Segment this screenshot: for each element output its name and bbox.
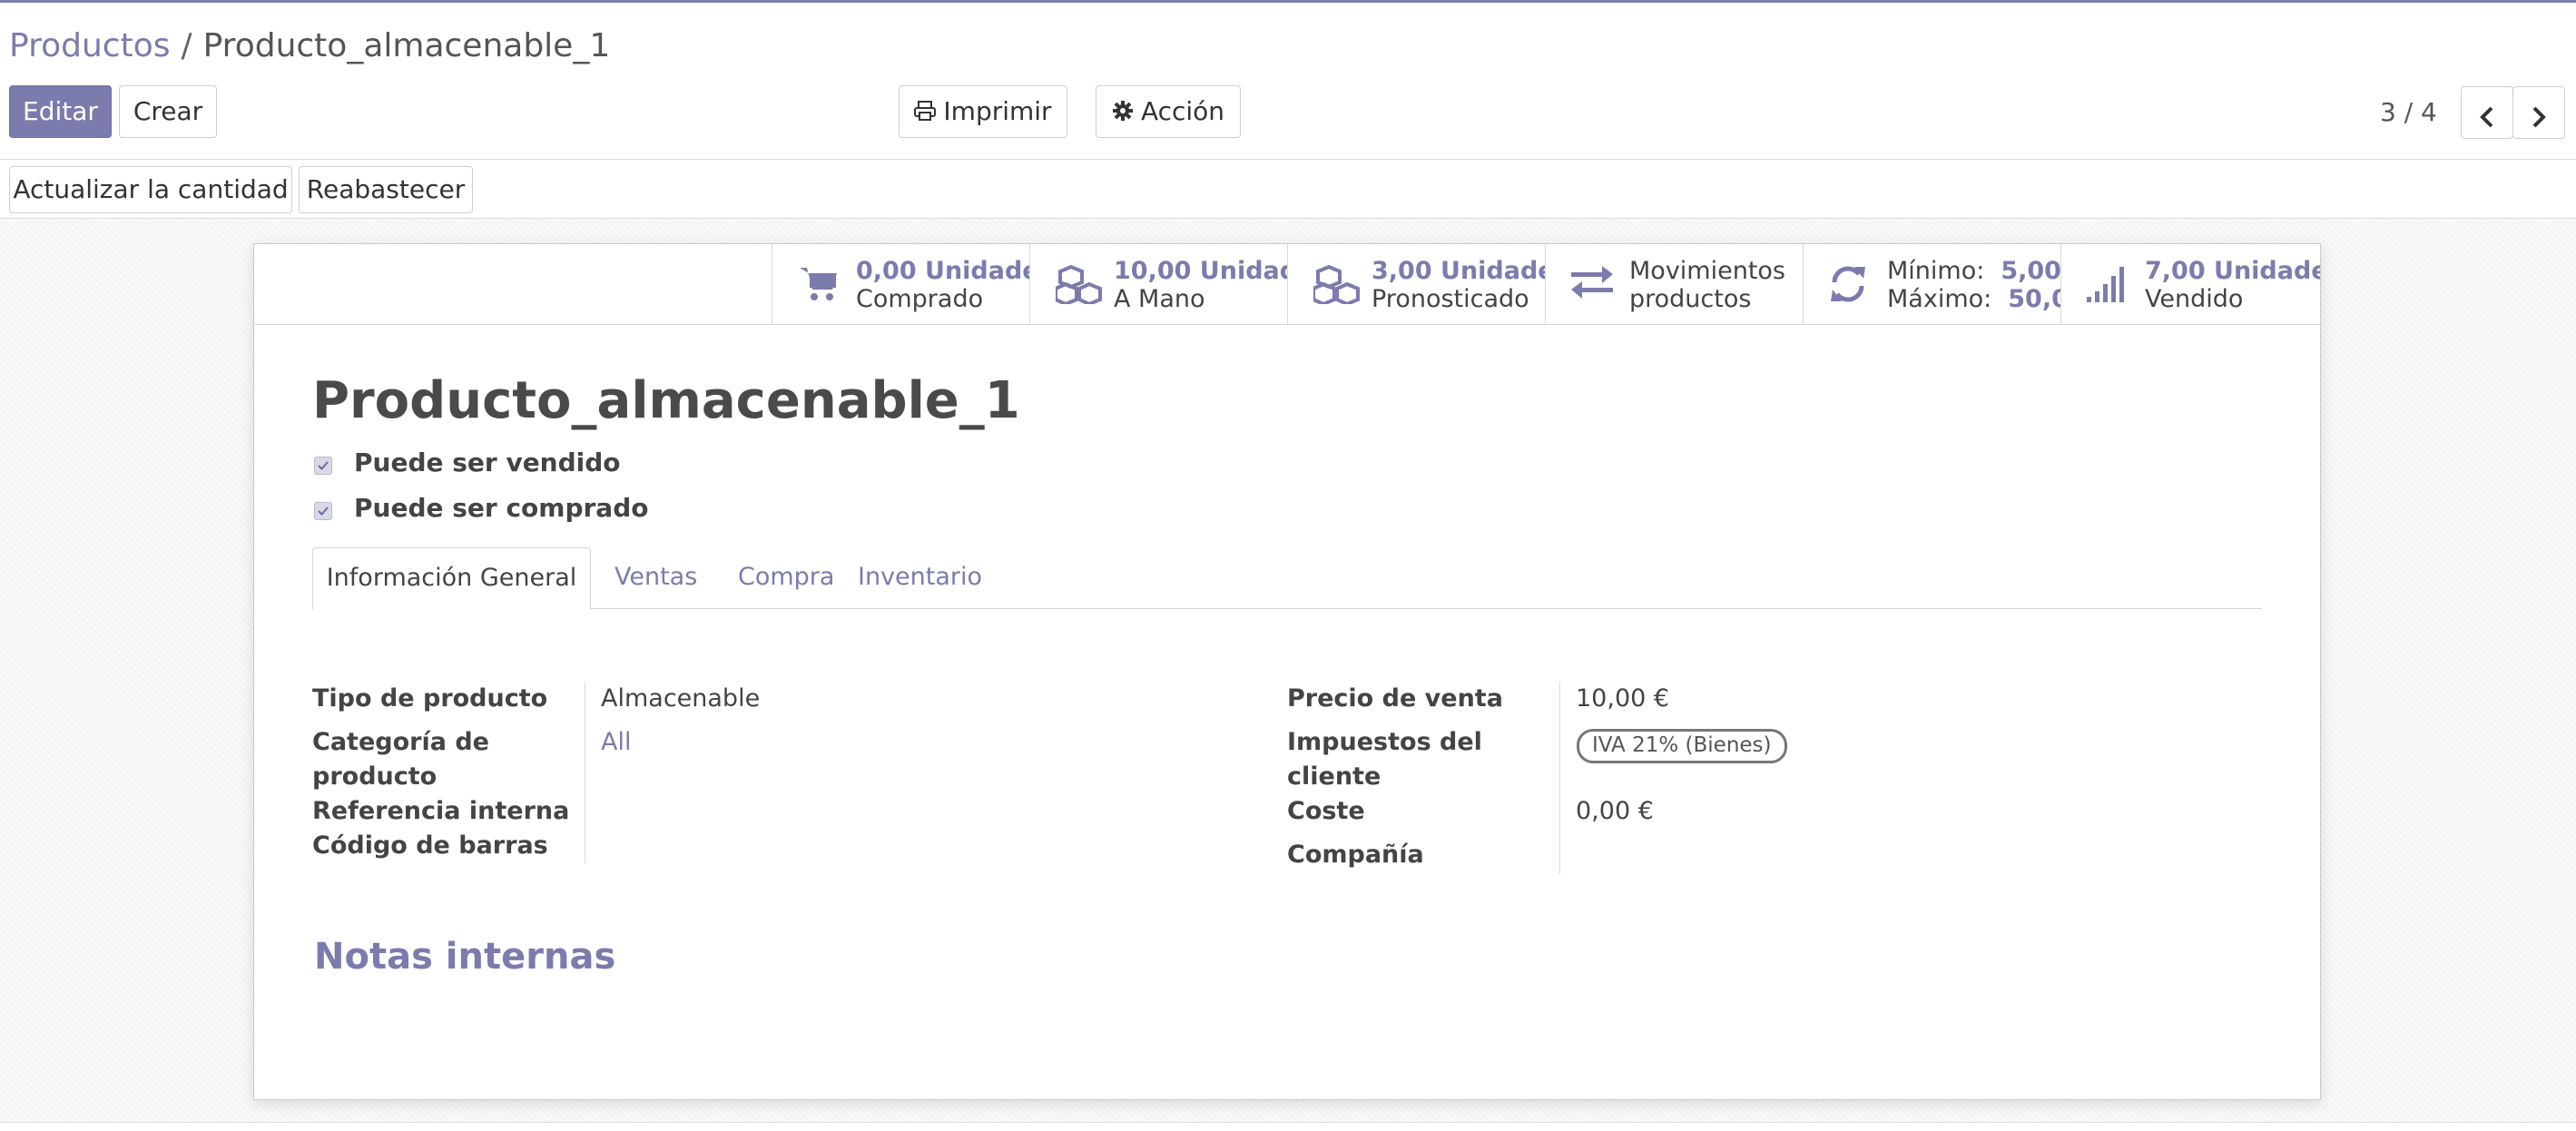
maximum-value: 50,0 xyxy=(2008,285,2060,313)
product-name: Producto_almacenable_1 xyxy=(312,371,1020,430)
pager-value[interactable]: 3 / 4 xyxy=(2380,97,2437,127)
notebook-tabs: Información General Ventas Compra Invent… xyxy=(312,547,2262,610)
checkmark-icon xyxy=(318,506,329,516)
customer-taxes-label-line1: Impuestos del xyxy=(1287,728,1482,756)
on-hand-label: A Mano xyxy=(1114,285,1205,313)
form-sheet: 0,00 Unidade Comprado 10,00 Unidad A Mano … xyxy=(253,243,2321,1100)
moves-label-line2: productos xyxy=(1629,285,1752,313)
print-button[interactable]: Imprimir xyxy=(899,85,1067,138)
forecasted-label: Pronosticado xyxy=(1372,285,1529,313)
product-category-link[interactable]: All xyxy=(601,725,631,760)
checkmark-icon xyxy=(318,461,329,470)
action-button[interactable]: Acción xyxy=(1096,85,1241,138)
cost-value: 0,00 € xyxy=(1576,797,1654,825)
tab-purchase[interactable]: Compra xyxy=(738,547,834,607)
moves-label-line1: Movimientos xyxy=(1629,257,1785,285)
cost-label: Coste xyxy=(1287,797,1365,825)
tax-tag: IVA 21% (Bienes) xyxy=(1577,729,1787,763)
breadcrumb-separator: / xyxy=(181,27,192,64)
sold-value: 7,00 Unidade xyxy=(2145,257,2320,285)
status-bar: Actualizar la cantidad Reabastecer xyxy=(0,162,2576,219)
tab-inventory[interactable]: Inventario xyxy=(858,547,982,607)
edit-button[interactable]: Editar xyxy=(9,85,112,138)
can-be-sold-checkbox[interactable] xyxy=(314,457,332,475)
can-be-purchased-label[interactable]: Puede ser comprado xyxy=(354,493,648,523)
print-icon xyxy=(914,101,937,121)
forecasted-smart-button[interactable]: 3,00 Unidade Pronosticado xyxy=(1287,244,1545,324)
chevron-left-icon xyxy=(2480,106,2493,128)
purchased-smart-button[interactable]: 0,00 Unidade Comprado xyxy=(772,244,1029,324)
product-moves-smart-button[interactable]: Movimientos productos xyxy=(1545,244,1803,324)
chevron-right-icon xyxy=(2532,106,2546,128)
purchased-value: 0,00 Unidade xyxy=(856,257,1029,285)
purchased-label: Comprado xyxy=(856,285,984,313)
cart-icon xyxy=(800,268,837,300)
sales-price-value: 10,00 € xyxy=(1576,684,1670,713)
sold-smart-button[interactable]: 7,00 Unidade Vendido xyxy=(2060,244,2320,324)
product-type-label: Tipo de producto xyxy=(312,684,548,713)
breadcrumb-current: Producto_almacenable_1 xyxy=(202,27,611,64)
product-category-label-line2: producto xyxy=(312,762,438,791)
forecasted-value: 3,00 Unidade xyxy=(1372,257,1545,285)
can-be-purchased-checkbox[interactable] xyxy=(314,502,332,520)
tab-general-information[interactable]: Información General xyxy=(312,547,591,610)
breadcrumb: Productos / Producto_almacenable_1 xyxy=(9,26,610,66)
on-hand-smart-button[interactable]: 10,00 Unidad A Mano xyxy=(1029,244,1287,324)
company-label: Compañía xyxy=(1287,841,1424,869)
right-group-divider xyxy=(1559,682,1560,874)
can-be-sold-label[interactable]: Puede ser vendido xyxy=(354,447,621,477)
internal-notes-title: Notas internas xyxy=(314,936,616,978)
min-max-smart-button[interactable]: Mínimo: 5,00 Máximo: 50,0 xyxy=(1803,244,2060,324)
exchange-icon xyxy=(1571,266,1613,299)
smart-button-box: 0,00 Unidade Comprado 10,00 Unidad A Mano … xyxy=(254,244,2320,325)
minimum-label: Mínimo: xyxy=(1887,257,1985,285)
customer-taxes-label-line2: cliente xyxy=(1287,762,1381,791)
cubes-icon xyxy=(1313,264,1360,304)
pager-previous-button[interactable] xyxy=(2461,86,2513,139)
pager-next-button[interactable] xyxy=(2512,86,2565,139)
minimum-value: 5,00 xyxy=(2001,257,2060,285)
maximum-label: Máximo: xyxy=(1887,285,1992,313)
tab-sales[interactable]: Ventas xyxy=(615,547,697,607)
update-quantity-button[interactable]: Actualizar la cantidad xyxy=(9,166,292,213)
sold-label: Vendido xyxy=(2145,285,2244,313)
control-panel: Productos / Producto_almacenable_1 Editar … xyxy=(0,3,2576,160)
create-button[interactable]: Crear xyxy=(119,85,217,138)
gear-icon xyxy=(1112,101,1133,121)
refresh-icon xyxy=(1831,266,1865,302)
internal-reference-label: Referencia interna xyxy=(312,797,570,825)
barcode-label: Código de barras xyxy=(312,831,548,860)
cubes-icon xyxy=(1056,264,1102,304)
product-category-label-line1: Categoría de xyxy=(312,728,489,756)
replenish-button[interactable]: Reabastecer xyxy=(299,166,473,213)
signal-icon xyxy=(2087,267,2124,302)
breadcrumb-products-link[interactable]: Productos xyxy=(9,27,170,64)
action-label: Acción xyxy=(1140,96,1225,126)
print-label: Imprimir xyxy=(943,96,1052,126)
product-type-value: Almacenable xyxy=(601,684,761,713)
sales-price-label: Precio de venta xyxy=(1287,684,1503,713)
on-hand-value: 10,00 Unidad xyxy=(1114,257,1287,285)
